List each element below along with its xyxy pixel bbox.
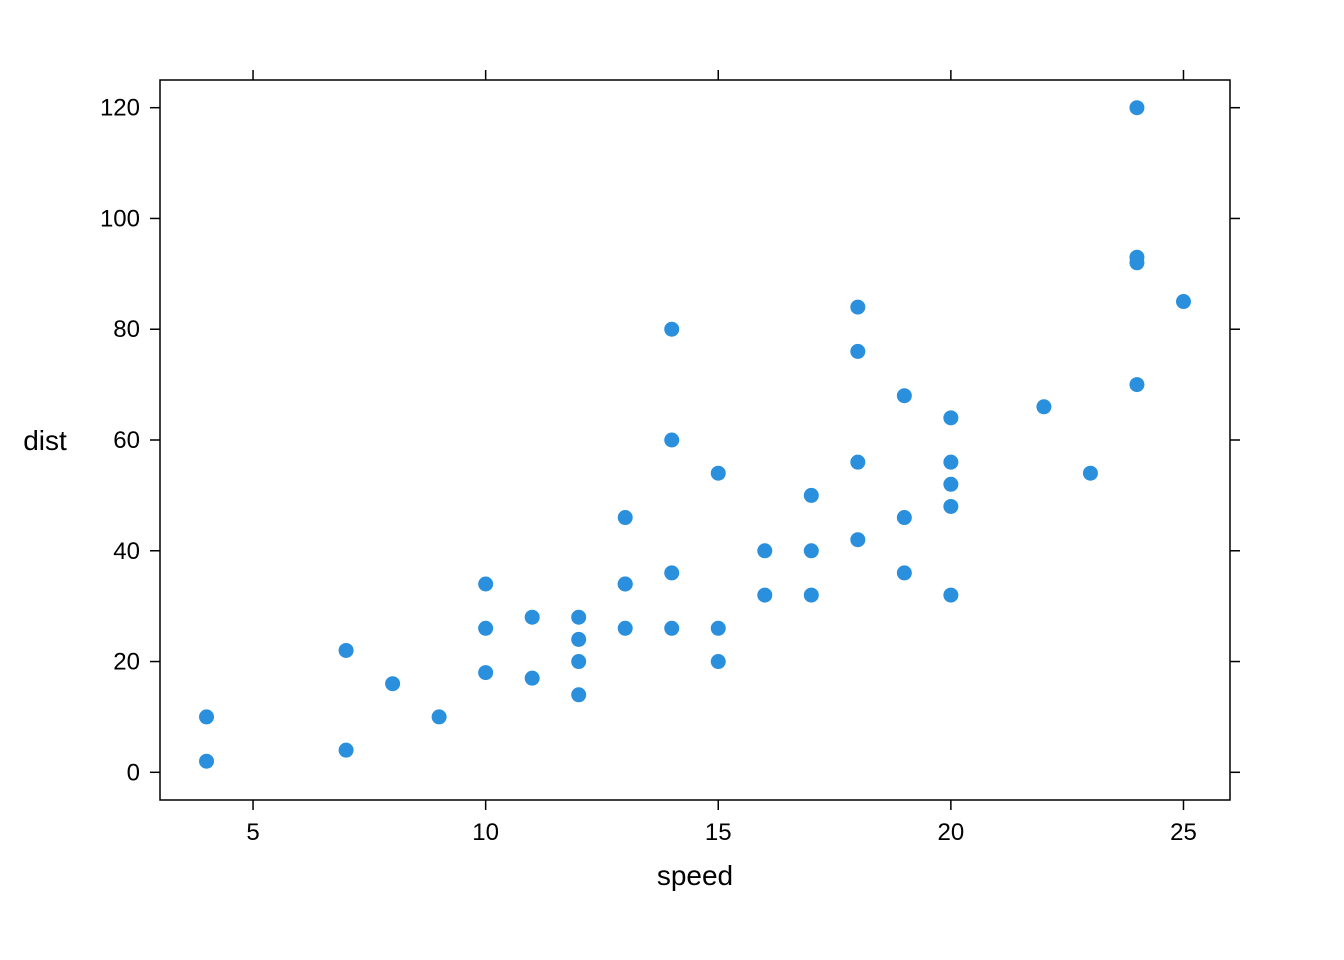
- data-point: [943, 588, 958, 603]
- data-point: [1036, 399, 1051, 414]
- plot-border: [160, 80, 1230, 800]
- x-tick-label: 25: [1170, 819, 1197, 846]
- data-point: [664, 565, 679, 580]
- data-point: [525, 671, 540, 686]
- data-point: [571, 687, 586, 702]
- data-point: [757, 588, 772, 603]
- x-tick-label: 5: [246, 819, 259, 846]
- y-tick-label: 20: [113, 649, 140, 676]
- data-point: [804, 588, 819, 603]
- data-point: [432, 709, 447, 724]
- data-point: [199, 754, 214, 769]
- data-point: [804, 488, 819, 503]
- data-point: [804, 543, 819, 558]
- chart-svg: 5 10 15 20 25 0 20 40 60 80 100 120 speed dist: [0, 0, 1344, 960]
- data-point: [850, 532, 865, 547]
- data-point: [478, 665, 493, 680]
- data-point: [478, 577, 493, 592]
- data-point: [525, 610, 540, 625]
- x-tick-label: 15: [705, 819, 732, 846]
- y-tick-label: 100: [100, 205, 140, 232]
- data-point: [664, 621, 679, 636]
- y-tick-label: 60: [113, 427, 140, 454]
- data-point: [943, 410, 958, 425]
- x-tick-label: 20: [938, 819, 965, 846]
- y-axis-label: dist: [23, 425, 67, 456]
- data-point: [1176, 294, 1191, 309]
- data-point: [850, 344, 865, 359]
- data-point: [664, 433, 679, 448]
- data-point: [618, 621, 633, 636]
- data-point: [1129, 100, 1144, 115]
- data-point: [478, 621, 493, 636]
- x-axis-label: speed: [657, 860, 733, 891]
- data-point: [618, 510, 633, 525]
- data-point: [1129, 377, 1144, 392]
- data-point: [1083, 466, 1098, 481]
- y-tick-label: 40: [113, 538, 140, 565]
- x-tick-label: 10: [472, 819, 499, 846]
- data-point: [618, 577, 633, 592]
- data-point: [897, 510, 912, 525]
- data-point: [664, 322, 679, 337]
- data-point: [850, 300, 865, 315]
- scatter-chart: 5 10 15 20 25 0 20 40 60 80 100 120 speed dist: [0, 0, 1344, 960]
- data-point: [897, 565, 912, 580]
- data-point: [199, 709, 214, 724]
- data-point: [757, 543, 772, 558]
- data-point: [339, 643, 354, 658]
- data-point: [711, 466, 726, 481]
- data-point: [897, 388, 912, 403]
- data-point: [339, 743, 354, 758]
- data-point: [711, 654, 726, 669]
- y-tick-label: 0: [127, 759, 140, 786]
- data-point: [1129, 250, 1144, 265]
- data-point: [571, 610, 586, 625]
- data-point: [571, 632, 586, 647]
- data-point: [943, 499, 958, 514]
- data-point: [571, 654, 586, 669]
- y-tick-label: 120: [100, 95, 140, 122]
- data-point: [943, 455, 958, 470]
- y-tick-label: 80: [113, 316, 140, 343]
- data-point: [711, 621, 726, 636]
- data-point: [943, 477, 958, 492]
- data-point: [385, 676, 400, 691]
- data-point: [850, 455, 865, 470]
